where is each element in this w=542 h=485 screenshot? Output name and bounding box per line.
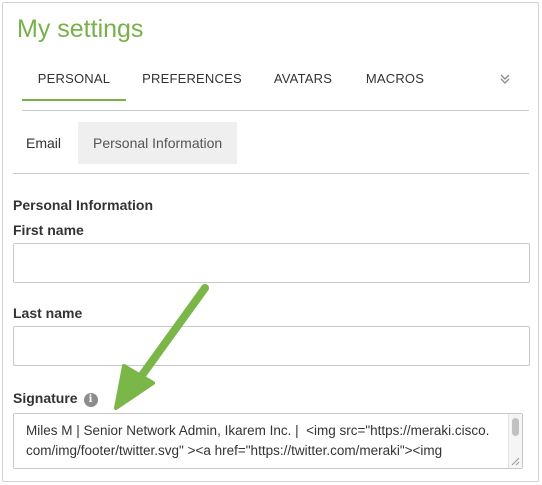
resize-grip-icon[interactable] <box>511 457 520 466</box>
chevron-double-down-icon[interactable] <box>499 73 511 88</box>
signature-label: Signature <box>13 390 78 406</box>
personal-subtabs: Email Personal Information <box>13 122 529 174</box>
subtab-personal-information[interactable]: Personal Information <box>78 122 238 164</box>
subtab-email[interactable]: Email <box>26 122 61 164</box>
tab-macros[interactable]: MACROS <box>362 61 428 101</box>
last-name-label: Last name <box>13 305 83 321</box>
settings-tabs: PERSONAL PREFERENCES AVATARS MACROS <box>22 61 529 111</box>
signature-text: Miles M | Senior Network Admin, Ikarem I… <box>26 423 490 458</box>
info-icon[interactable]: i <box>83 393 98 407</box>
signature-textarea[interactable]: Miles M | Senior Network Admin, Ikarem I… <box>13 413 523 469</box>
first-name-input[interactable] <box>13 243 530 283</box>
tab-personal[interactable]: PERSONAL <box>22 61 126 101</box>
last-name-input[interactable] <box>13 326 530 366</box>
tab-preferences[interactable]: PREFERENCES <box>140 61 244 101</box>
tab-avatars[interactable]: AVATARS <box>268 61 338 101</box>
section-heading: Personal Information <box>13 197 154 213</box>
settings-panel: My settings PERSONAL PREFERENCES AVATARS… <box>2 2 539 482</box>
page-title: My settings <box>17 15 144 43</box>
signature-label-row: Signature i <box>13 390 98 407</box>
first-name-label: First name <box>13 222 84 238</box>
scrollbar-thumb[interactable] <box>512 418 519 436</box>
